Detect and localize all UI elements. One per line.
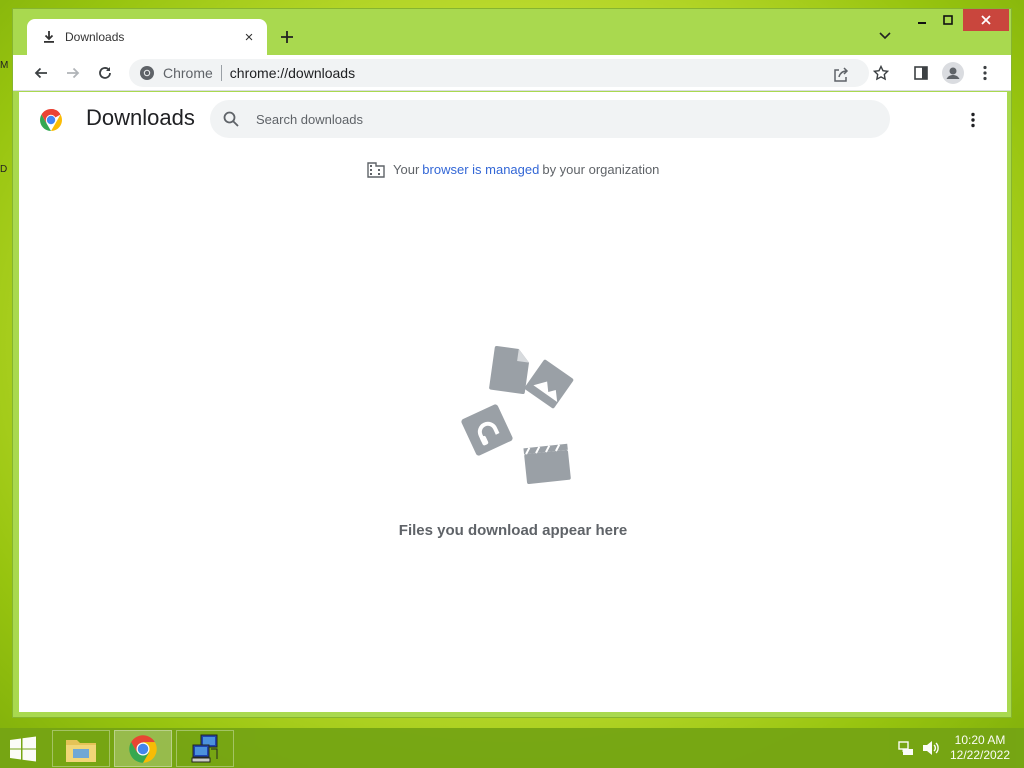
tab-downloads[interactable]: Downloads × (27, 19, 267, 55)
windows-start-icon[interactable] (8, 736, 38, 762)
more-vert-icon (983, 65, 987, 81)
bookmark-button[interactable] (869, 61, 893, 85)
clock-date: 12/22/2022 (949, 748, 1011, 762)
search-icon (223, 111, 239, 127)
taskbar: 10:20 AM 12/22/2022 (0, 728, 1024, 768)
plus-icon (281, 31, 293, 43)
page-more-actions-button[interactable] (963, 108, 983, 132)
taskbar-chrome[interactable] (114, 730, 172, 767)
taskbar-file-explorer[interactable] (52, 730, 110, 767)
managed-notice: Your browser is managed by your organiza… (367, 160, 659, 178)
chrome-icon (129, 734, 157, 763)
tab-title: Downloads (65, 30, 125, 44)
chevron-down-icon (879, 32, 891, 40)
file-explorer-icon (66, 739, 96, 762)
clock-time: 10:20 AM (954, 733, 1006, 747)
minimize-button[interactable] (909, 9, 935, 31)
close-icon[interactable]: × (239, 27, 259, 47)
taskbar-clock[interactable]: 10:20 AM 12/22/2022 (940, 733, 1020, 763)
side-panel-button[interactable] (909, 61, 933, 85)
close-icon (981, 15, 991, 25)
empty-state-message: Files you download appear here (398, 522, 628, 539)
site-name: Chrome (163, 65, 213, 81)
url-text[interactable]: chrome://downloads (230, 65, 355, 81)
back-icon (34, 67, 47, 79)
network-computers-icon (191, 734, 218, 762)
chrome-logo-icon (40, 109, 62, 131)
profile-button[interactable] (941, 61, 965, 85)
maximize-button[interactable] (935, 9, 961, 31)
search-downloads-box[interactable] (210, 100, 890, 138)
browser-window: Downloads × Chrome chrome://downloads Do… (12, 8, 1012, 718)
address-bar[interactable]: Chrome chrome://downloads (129, 59, 869, 87)
forward-button[interactable] (61, 61, 85, 85)
desktop-icon-fragment-2[interactable]: D (0, 164, 12, 178)
tab-strip: Downloads × (13, 9, 1011, 55)
more-vert-icon (971, 112, 975, 128)
building-icon (367, 162, 385, 178)
forward-icon (67, 67, 80, 79)
minimize-icon (918, 22, 926, 24)
no-downloads-illustration (461, 345, 574, 484)
network-icon[interactable] (898, 740, 914, 756)
browser-toolbar: Chrome chrome://downloads (13, 55, 1011, 91)
browser-menu-button[interactable] (973, 61, 997, 85)
managed-link[interactable]: browser is managed (422, 162, 539, 177)
chrome-icon (140, 66, 154, 80)
managed-suffix: by your organization (542, 161, 660, 177)
reload-button[interactable] (93, 61, 117, 85)
desktop-icon-fragment[interactable]: M (0, 60, 12, 74)
window-close-button[interactable] (963, 9, 1009, 31)
share-button[interactable] (829, 63, 853, 87)
reload-icon (99, 67, 111, 79)
maximize-icon (943, 15, 953, 25)
downloads-page: Downloads Your browser is managed by you… (19, 92, 1007, 712)
side-panel-icon (914, 66, 928, 80)
search-input[interactable] (256, 111, 856, 127)
download-icon (44, 31, 54, 43)
managed-prefix: Your (393, 161, 420, 177)
back-button[interactable] (29, 61, 53, 85)
star-icon (873, 65, 889, 81)
page-title: Downloads (86, 105, 195, 130)
new-tab-button[interactable] (275, 25, 299, 49)
taskbar-network-app[interactable] (176, 730, 234, 767)
share-icon (834, 67, 849, 82)
omnibox-separator (220, 65, 222, 81)
profile-icon (942, 62, 964, 84)
tab-search-button[interactable] (875, 26, 895, 46)
volume-icon[interactable] (922, 740, 940, 756)
